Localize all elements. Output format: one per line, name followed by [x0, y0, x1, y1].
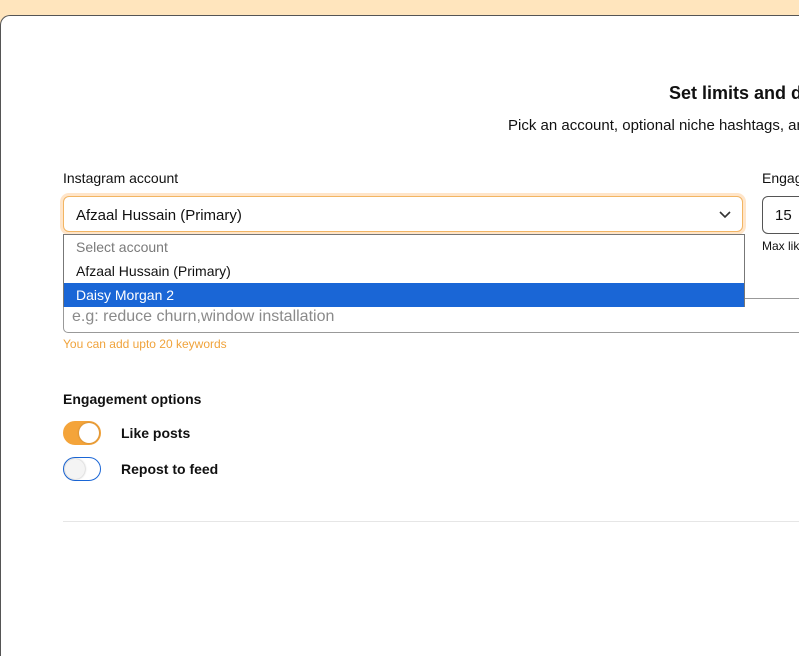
engagement-options-title: Engagement options — [63, 391, 202, 407]
engagement-limit-hint: Max lik — [762, 239, 799, 253]
account-select-value: Afzaal Hussain (Primary) — [76, 207, 242, 224]
account-select[interactable]: Afzaal Hussain (Primary) — [63, 196, 743, 232]
chevron-down-icon — [719, 211, 731, 219]
like-posts-toggle[interactable] — [63, 421, 101, 445]
modal-panel — [0, 15, 799, 656]
account-dropdown-list: Select account Afzaal Hussain (Primary) … — [63, 234, 745, 307]
like-posts-label: Like posts — [121, 425, 191, 441]
repost-to-feed-toggle[interactable] — [63, 457, 101, 481]
toggle-knob — [65, 459, 85, 479]
account-option-placeholder[interactable]: Select account — [64, 235, 744, 259]
account-option[interactable]: Afzaal Hussain (Primary) — [64, 259, 744, 283]
toggle-knob — [79, 423, 99, 443]
account-option-highlighted[interactable]: Daisy Morgan 2 — [64, 283, 744, 307]
repost-to-feed-label: Repost to feed — [121, 461, 219, 477]
section-divider — [63, 521, 799, 522]
engagement-limit-input[interactable]: 15 — [762, 196, 799, 234]
keywords-hint: You can add upto 20 keywords — [63, 337, 227, 351]
page-title: Set limits and de — [669, 83, 799, 103]
account-label: Instagram account — [63, 170, 179, 186]
engagement-limit-label: Engag — [762, 170, 799, 186]
page-subtitle: Pick an account, optional niche hashtags… — [508, 117, 799, 134]
